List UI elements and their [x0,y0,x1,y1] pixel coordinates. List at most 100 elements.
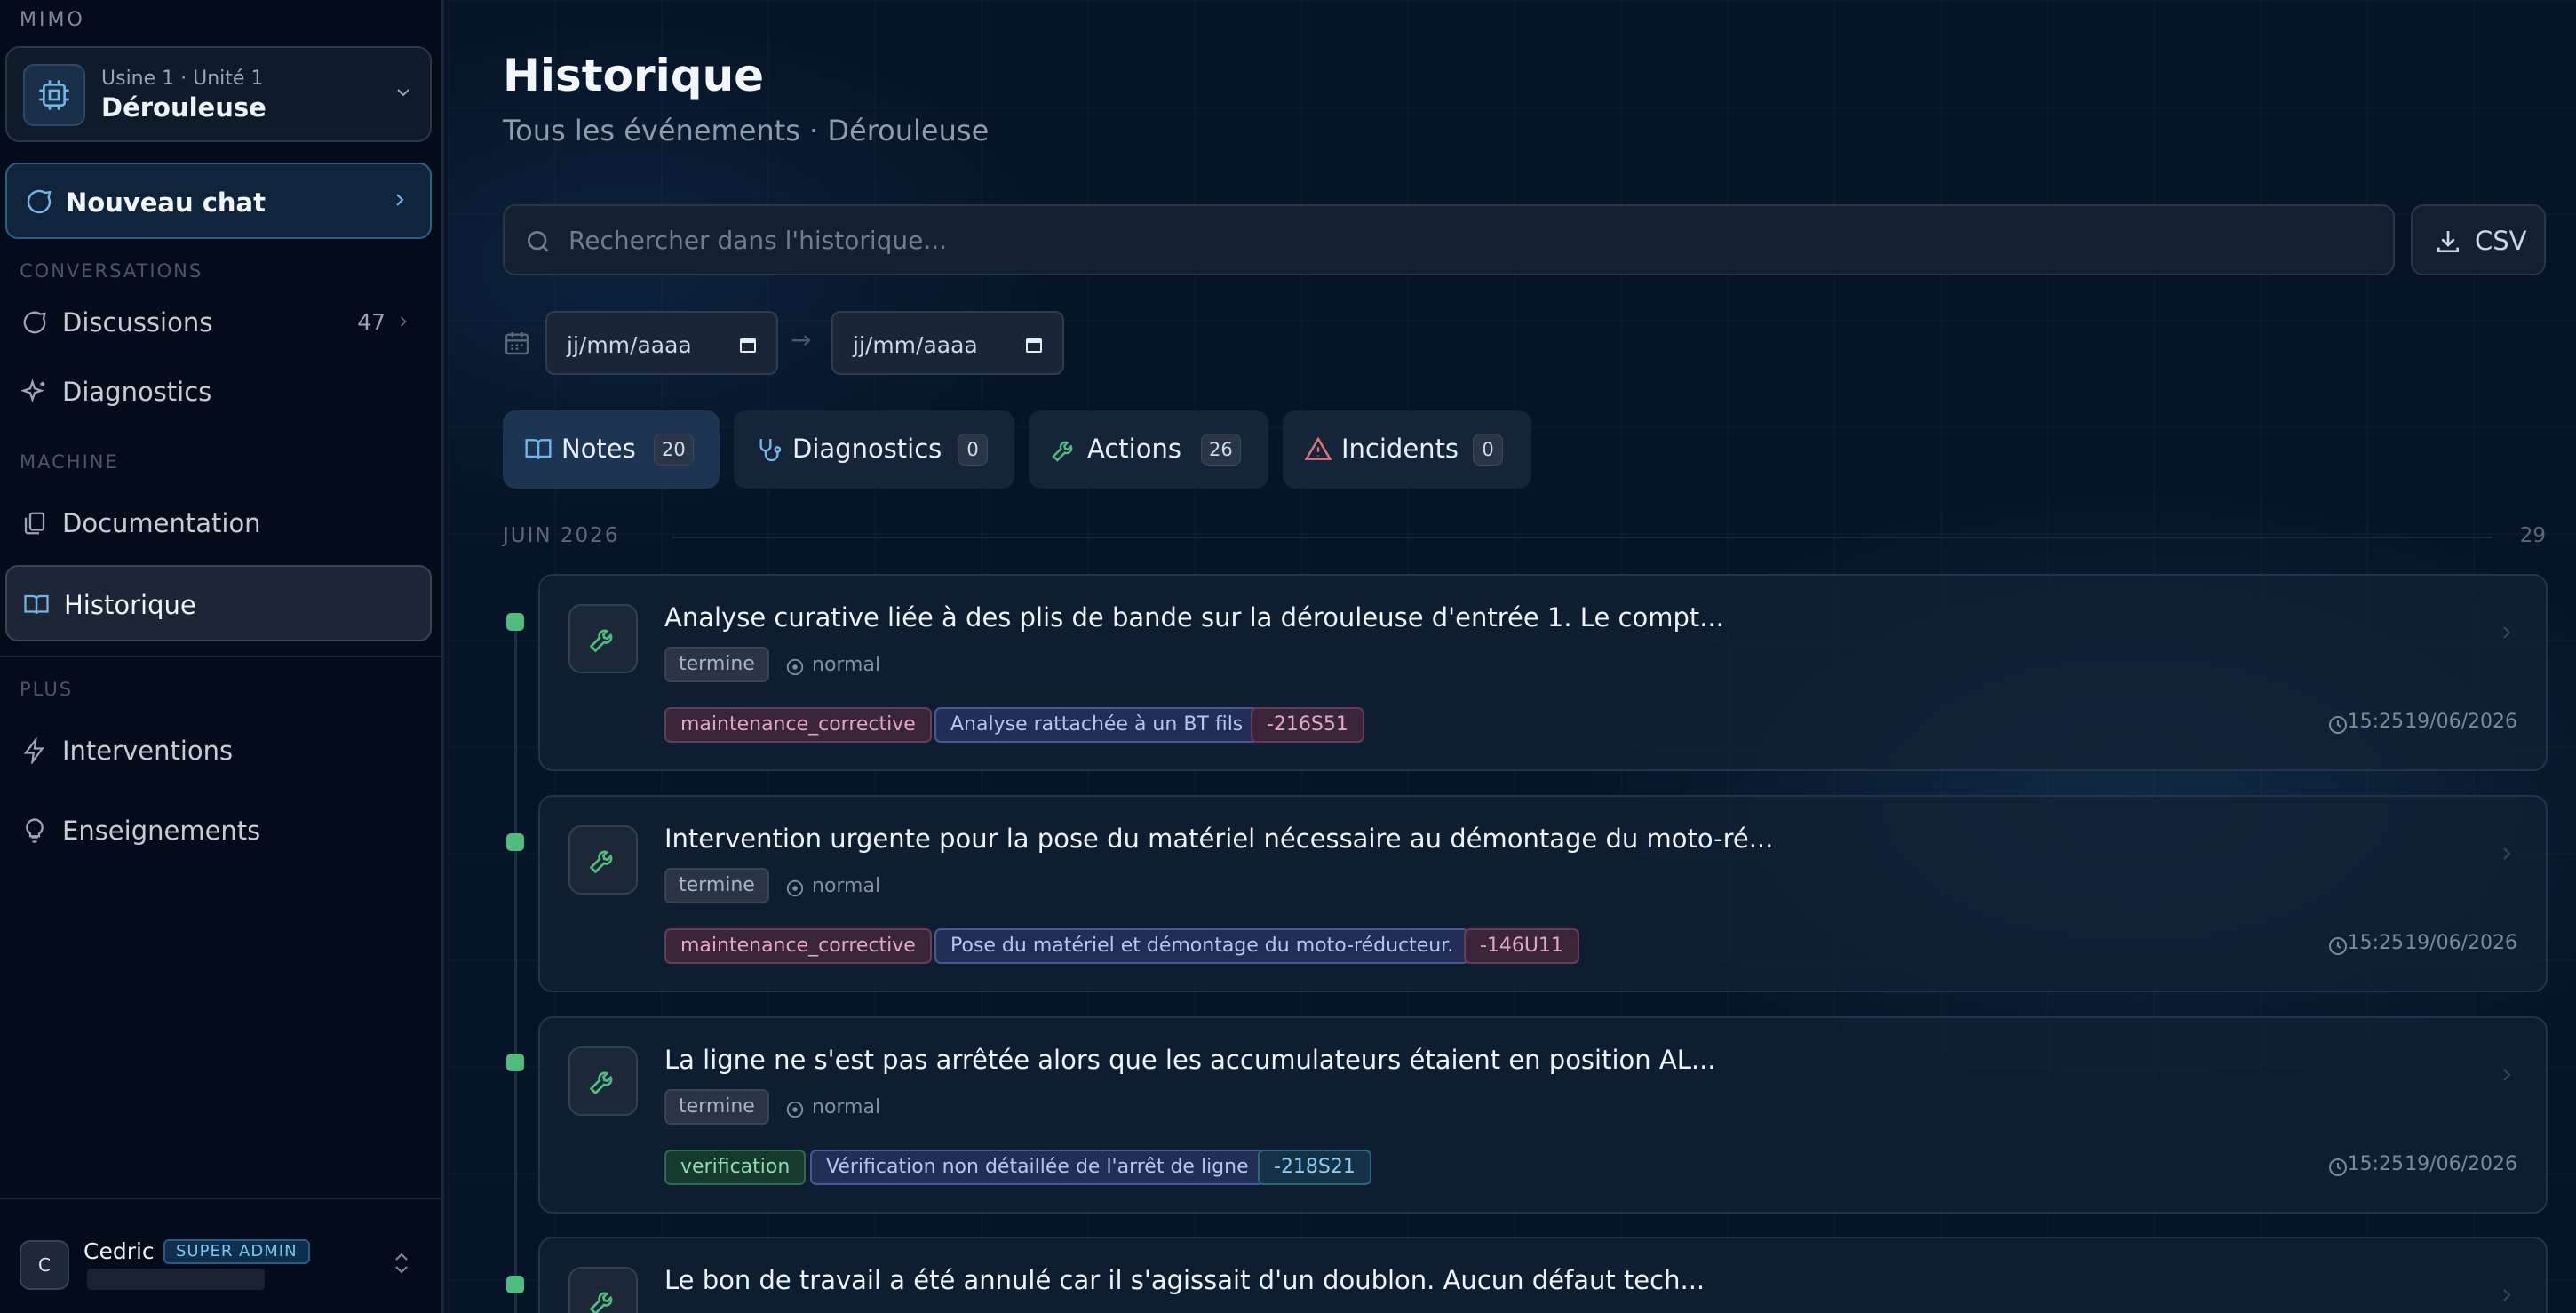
priority-label: normal [812,875,881,897]
new-chat-button[interactable]: Nouveau chat [5,163,432,239]
sidebar-item-documentation[interactable]: Documentation [5,485,432,561]
tag-description: Analyse rattachée à un BT fils [934,707,1260,743]
priority-icon [785,657,805,680]
tab-label: Incidents [1341,434,1459,464]
page-title: Historique [503,50,765,101]
chat-bubble-icon [21,309,48,339]
user-email-redacted [87,1269,265,1290]
event-title: Le bon de travail a été annulé car il s'… [664,1265,1705,1295]
search-icon [524,227,553,259]
timeline-dot [506,613,524,631]
tab-count: 0 [958,434,988,466]
csv-label: CSV [2475,226,2527,256]
calendar-icon [737,334,759,359]
tag-reference: -146U11 [1464,928,1580,964]
date-to-field[interactable]: jj/mm/aaaa [831,311,1064,375]
event-date: 19/06/2026 [2405,932,2517,954]
divider [0,656,444,657]
user-name: Cedric [83,1238,155,1264]
sidebar-item-discussions[interactable]: Discussions 47 [5,284,432,361]
sidebar-item-diagnostics[interactable]: Diagnostics [5,354,432,430]
chat-bubble-icon [25,187,53,219]
tab-count: 26 [1201,434,1241,466]
documents-icon [21,510,48,540]
chevron-right-icon [2496,1285,2517,1309]
user-menu[interactable]: C Cedric SUPER ADMIN [0,1198,444,1313]
avatar: C [20,1240,69,1290]
tab-notes[interactable]: Notes 20 [503,410,720,489]
tag-type: verification [664,1150,807,1185]
sidebar-item-label: Diagnostics [62,377,212,407]
wrench-icon [568,604,638,673]
sidebar-item-interventions[interactable]: Interventions [5,712,432,789]
book-open-icon [23,592,50,622]
tab-label: Notes [561,434,636,464]
machine-selector[interactable]: Usine 1 · Unité 1 Dérouleuse [5,46,432,142]
status-badge: termine [664,647,769,682]
event-time: 15:25 [2347,932,2404,954]
tab-actions[interactable]: Actions 26 [1029,410,1268,489]
tab-diagnostics[interactable]: Diagnostics 0 [734,410,1014,489]
calendar-icon [1023,334,1045,359]
priority-label: normal [812,1096,881,1118]
timeline-line [514,622,517,1313]
event-title: Analyse curative liée à des plis de band… [664,602,1724,633]
timeline-dot [506,833,524,851]
lightning-icon [21,736,48,768]
event-title: Intervention urgente pour la pose du mat… [664,824,1774,854]
event-date: 19/06/2026 [2405,711,2517,733]
sidebar: MIMO Usine 1 · Unité 1 Dérouleuse Nouvea… [0,0,444,1313]
warning-triangle-icon [1304,435,1332,467]
export-csv-button[interactable]: CSV [2411,204,2546,275]
tab-label: Diagnostics [792,434,942,464]
section-plus: PLUS [20,679,74,700]
tag-reference: -218S21 [1258,1150,1371,1185]
tag-type: maintenance_corrective [664,707,932,743]
chevron-down-icon [393,82,414,107]
event-title: La ligne ne s'est pas arrêtée alors que … [664,1045,1716,1075]
wrench-icon [568,1267,638,1313]
wrench-icon [1050,435,1078,467]
event-card[interactable]: Intervention urgente pour la pose du mat… [538,795,2548,992]
event-card[interactable]: La ligne ne s'est pas arrêtée alors que … [538,1016,2548,1214]
wrench-icon [568,1046,638,1116]
calendar-icon [503,329,531,361]
chip-icon [23,64,85,126]
status-badge: termine [664,868,769,903]
tab-count: 20 [654,434,694,466]
event-card[interactable]: Analyse curative liée à des plis de band… [538,574,2548,771]
sidebar-item-label: Enseignements [62,816,261,846]
date-from-field[interactable]: jj/mm/aaaa [545,311,778,375]
machine-name: Dérouleuse [101,92,266,123]
date-to-value: jj/mm/aaaa [853,332,978,358]
tab-incidents[interactable]: Incidents 0 [1283,410,1531,489]
search-input[interactable] [568,222,2345,258]
tag-description: Vérification non détaillée de l'arrêt de… [810,1150,1265,1185]
month-label: JUIN 2026 [503,524,620,547]
priority-icon [785,1100,805,1123]
clock-icon [2327,935,2349,960]
clock-icon [2327,714,2349,739]
book-open-icon [524,435,553,467]
tag-type: maintenance_corrective [664,928,932,964]
sidebar-item-enseignements[interactable]: Enseignements [5,792,432,869]
wrench-icon [568,825,638,895]
date-range-arrow: → [791,325,812,354]
priority-icon [785,879,805,902]
chevron-right-icon [394,313,412,334]
stethoscope-icon [755,435,783,467]
tab-count: 0 [1473,434,1503,466]
sidebar-item-label: Historique [64,590,196,620]
status-badge: termine [664,1089,769,1125]
event-date: 19/06/2026 [2405,1153,2517,1175]
chevron-right-icon [2496,622,2517,647]
priority-label: normal [812,654,881,676]
sidebar-item-historique[interactable]: Historique [5,565,432,641]
section-conversations: CONVERSATIONS [20,260,203,282]
machine-location: Usine 1 · Unité 1 [101,68,264,90]
event-card[interactable]: Le bon de travail a été annulé car il s'… [538,1237,2548,1313]
clock-icon [2327,1157,2349,1182]
lightbulb-icon [21,817,48,847]
sparkle-icon [20,378,48,409]
main-content: Historique Tous les événements · Déroule… [448,0,2576,1313]
